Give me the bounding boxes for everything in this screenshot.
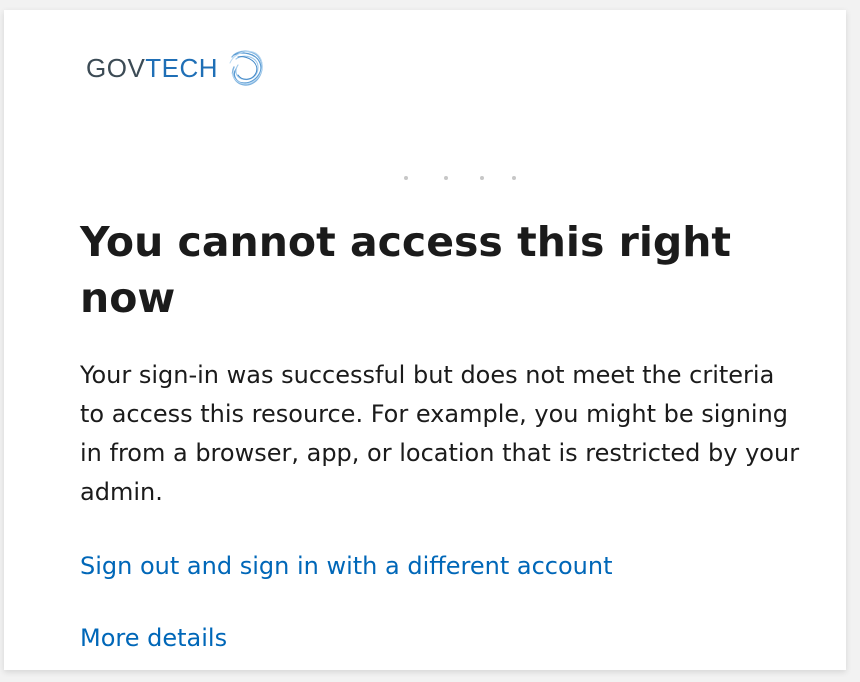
loading-dot (404, 176, 408, 180)
error-title: You cannot access this right now (80, 218, 732, 322)
logo-wordmark: GOVTECH (86, 55, 218, 81)
loading-dot (480, 176, 484, 180)
govtech-swirl-icon (229, 50, 263, 86)
logo-text-tech: TECH (145, 53, 219, 83)
more-details-link[interactable]: More details (80, 622, 227, 654)
sign-out-link[interactable]: Sign out and sign in with a different ac… (80, 550, 613, 582)
loading-dot (444, 176, 448, 180)
logo-text-gov: GOV (86, 53, 146, 83)
loading-dot (512, 176, 516, 180)
govtech-logo: GOVTECH (86, 46, 268, 90)
loading-dots (404, 176, 534, 184)
error-card: GOVTECH You cannot access this right now… (4, 10, 846, 670)
error-description: Your sign-in was successful but does not… (80, 361, 800, 506)
